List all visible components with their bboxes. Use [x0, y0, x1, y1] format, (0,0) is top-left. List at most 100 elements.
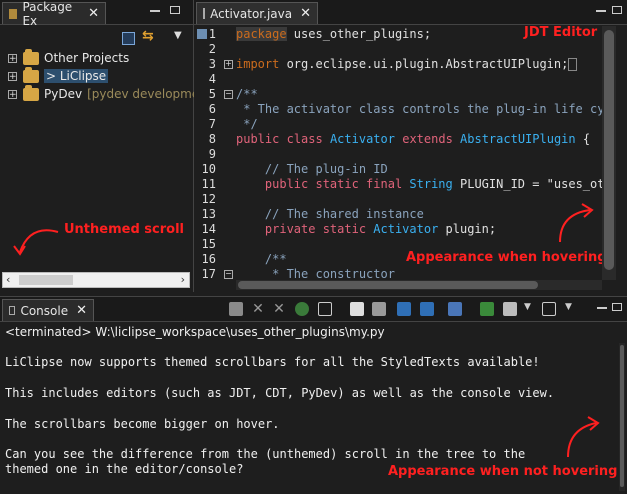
- scrollbar-thumb[interactable]: [620, 345, 624, 487]
- scroll-lock-icon[interactable]: [372, 302, 386, 316]
- open-console-icon[interactable]: [503, 302, 517, 316]
- working-set-icon: [23, 48, 39, 65]
- code-line: // The plug-in ID: [236, 162, 388, 176]
- console-output-line: This includes editors (such as JDT, CDT,…: [5, 386, 555, 400]
- not-hovering-annotation: Appearance when not hovering: [388, 464, 618, 479]
- code-line: package uses_other_plugins;: [236, 27, 432, 41]
- scroll-left-icon[interactable]: ‹: [6, 273, 10, 286]
- new-console-icon[interactable]: [542, 302, 556, 316]
- code-line: * The activator class controls the plug-…: [236, 102, 602, 116]
- tree-item-label: > LiClipse: [44, 69, 109, 83]
- view-menu-icon[interactable]: ▼: [174, 30, 182, 41]
- code-line: /**: [236, 252, 287, 266]
- maximize-icon[interactable]: [170, 6, 180, 14]
- line-number: 12: [201, 192, 216, 206]
- chevron-down-icon[interactable]: ▼: [524, 302, 531, 312]
- code-line: // The shared instance: [236, 207, 424, 221]
- line-number: 8: [208, 132, 216, 146]
- project-icon: [23, 66, 39, 83]
- pydev-icon[interactable]: [295, 302, 309, 316]
- fold-expand-icon[interactable]: +: [224, 60, 233, 69]
- expand-icon[interactable]: +: [8, 71, 17, 81]
- line-number: 6: [208, 102, 216, 116]
- pin-console-icon[interactable]: [448, 302, 462, 316]
- tree-item-liclipse[interactable]: + > LiClipse: [8, 66, 109, 85]
- editor-gutter: 1 2 3 4 5 6 7 8 9 10 11 12 13 14 15 16 1…: [194, 26, 234, 281]
- close-icon[interactable]: ✕: [300, 6, 311, 21]
- line-number: 7: [208, 117, 216, 131]
- view-menu-icon[interactable]: ▼: [565, 302, 572, 312]
- line-number: 4: [208, 72, 216, 86]
- vertical-scrollbar-hover[interactable]: [602, 26, 616, 280]
- terminate-icon[interactable]: [229, 302, 243, 316]
- code-line: */: [236, 117, 258, 131]
- code-line: public class Activator extends AbstractU…: [236, 132, 591, 146]
- curved-arrow-icon: [559, 203, 594, 243]
- close-icon[interactable]: ✕: [88, 6, 99, 21]
- scroll-right-icon[interactable]: ›: [181, 273, 185, 286]
- hover-annotation: Appearance when hovering: [406, 250, 607, 265]
- curved-arrow-icon: [567, 416, 600, 458]
- console-output-line: themed one in the editor/console?: [5, 462, 244, 476]
- line-number: 16: [201, 252, 216, 266]
- editor-panel: Activator.java ✕ 1 2 3 4 5 6 7 8 9 10 11…: [194, 0, 627, 292]
- unthemed-scroll-annotation: Unthemed scroll: [64, 222, 184, 237]
- maximize-icon[interactable]: [612, 303, 622, 311]
- package-explorer-tab[interactable]: Package Ex ✕: [2, 0, 106, 28]
- line-number: 1: [208, 27, 216, 41]
- console-status: <terminated> W:\liclipse_workspace\uses_…: [5, 325, 385, 339]
- curved-arrow-icon: [13, 229, 59, 256]
- jdt-editor-annotation: JDT Editor: [524, 25, 598, 40]
- tree-item-label: PyDev: [44, 87, 83, 101]
- console-panel: Console ✕ <terminated> W:\liclipse_works…: [0, 296, 627, 494]
- fold-collapse-icon[interactable]: −: [224, 90, 233, 99]
- remove-all-icon[interactable]: ✕: [272, 302, 286, 316]
- fold-collapse-icon[interactable]: −: [224, 270, 233, 279]
- scrollbar-thumb[interactable]: [604, 30, 614, 270]
- line-number: 11: [201, 177, 216, 191]
- package-explorer-panel: Package Ex ✕ ⇆ ▼ + Other Projects + > Li…: [0, 0, 216, 292]
- horizontal-scrollbar[interactable]: ‹ ›: [2, 272, 190, 288]
- minimize-icon[interactable]: [150, 10, 160, 12]
- word-wrap-icon[interactable]: [397, 302, 411, 316]
- expand-icon[interactable]: +: [8, 53, 17, 63]
- maximize-icon[interactable]: [612, 6, 622, 14]
- clear-console-icon[interactable]: [350, 302, 364, 316]
- link-with-editor-icon[interactable]: ⇆: [142, 28, 154, 44]
- code-line: * The constructor: [236, 267, 395, 280]
- line-number: 3: [208, 57, 216, 71]
- line-number: 9: [208, 147, 216, 161]
- project-icon: [23, 84, 39, 101]
- tree-item-pydev[interactable]: + PyDev [pydev development]: [8, 84, 216, 103]
- console-icon: [9, 306, 16, 315]
- line-number: 13: [201, 207, 216, 221]
- console-output-line: The scrollbars become bigger on hover.: [5, 417, 280, 431]
- scrollbar-thumb[interactable]: [19, 275, 73, 285]
- package-icon: [9, 8, 18, 19]
- copy-icon[interactable]: [318, 302, 332, 316]
- close-icon[interactable]: ✕: [76, 303, 87, 318]
- line-number: 2: [208, 42, 216, 56]
- line-number: 10: [201, 162, 216, 176]
- display-selected-console-icon[interactable]: [480, 302, 494, 316]
- line-number: 15: [201, 237, 216, 251]
- remove-launch-icon[interactable]: ✕: [251, 302, 265, 316]
- minimize-icon[interactable]: [597, 307, 607, 309]
- code-line: import org.eclipse.ui.plugin.AbstractUIP…: [236, 57, 578, 72]
- editor-tab-label: Activator.java: [210, 6, 293, 21]
- editor-tab[interactable]: Activator.java ✕: [196, 2, 318, 24]
- line-number: 14: [201, 222, 216, 236]
- expand-icon[interactable]: +: [8, 89, 17, 99]
- collapse-all-icon[interactable]: [122, 32, 135, 45]
- console-tab[interactable]: Console ✕: [2, 299, 94, 321]
- scrollbar-thumb[interactable]: [238, 281, 538, 289]
- code-area[interactable]: package uses_other_plugins; import org.e…: [236, 26, 602, 280]
- vertical-scrollbar-not-hover[interactable]: [619, 343, 625, 491]
- horizontal-scrollbar-hover[interactable]: [236, 280, 602, 290]
- show-on-output-icon[interactable]: [420, 302, 434, 316]
- minimize-icon[interactable]: [596, 10, 606, 12]
- console-output-line: LiClipse now supports themed scrollbars …: [5, 355, 540, 369]
- tree-item-other-projects[interactable]: + Other Projects: [8, 48, 130, 67]
- console-tab-label: Console: [20, 303, 69, 318]
- tree-item-label: Other Projects: [44, 51, 130, 65]
